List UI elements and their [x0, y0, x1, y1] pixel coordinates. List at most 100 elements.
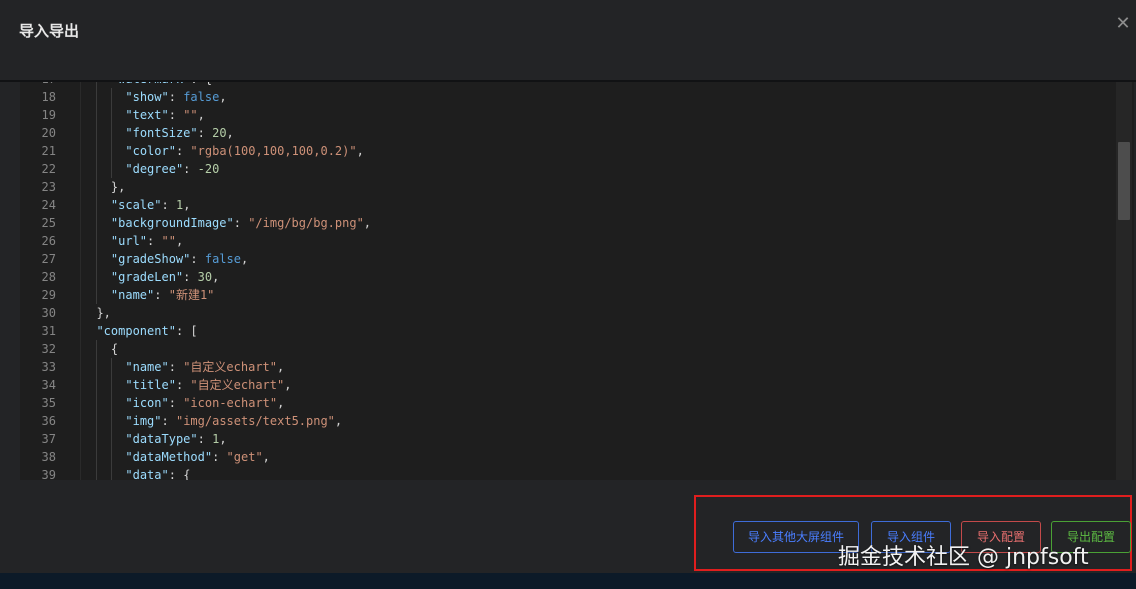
line-text: "text": "", [125, 108, 205, 122]
line-number: 27 [41, 252, 56, 266]
code-line: 28 "gradeLen": 30, [20, 268, 1116, 286]
indent-guide [96, 412, 98, 430]
indent-guide [96, 358, 98, 376]
line-number: 37 [41, 432, 56, 446]
indent-guide [96, 124, 98, 142]
indent-guide [96, 142, 98, 160]
line-text: "dataType": 1, [125, 432, 227, 446]
line-text: }, [110, 180, 126, 194]
line-number: 38 [41, 450, 56, 464]
code-line: 33 "name": "自定义echart", [20, 358, 1116, 376]
indent-guide [110, 448, 112, 466]
code-line: 18 "show": false, [20, 88, 1116, 106]
code-line: 32 { [20, 340, 1116, 358]
line-text: "degree": -20 [125, 162, 220, 176]
dialog-header: 导入导出 ✕ [0, 0, 1136, 80]
indent-guide [96, 466, 98, 480]
indent-guide [110, 142, 112, 160]
line-number: 34 [41, 378, 56, 392]
line-text: "icon": "icon-echart", [125, 396, 285, 410]
indent-guide [110, 88, 112, 106]
editor-scrollbar[interactable] [1116, 82, 1132, 480]
indent-guide [96, 88, 98, 106]
code-line: 38 "dataMethod": "get", [20, 448, 1116, 466]
code-line: 23}, [20, 178, 1116, 196]
line-number: 33 [41, 360, 56, 374]
indent-guide [110, 412, 112, 430]
line-text: "scale": 1, [110, 198, 191, 212]
line-text: "gradeLen": 30, [110, 270, 220, 284]
code-line: 20 "fontSize": 20, [20, 124, 1116, 142]
line-text: "img": "img/assets/text5.png", [125, 414, 343, 428]
indent-guide [110, 466, 112, 480]
indent-guide [96, 448, 98, 466]
indent-guide [96, 178, 98, 196]
indent-guide [96, 394, 98, 412]
dialog-title: 导入导出 [19, 22, 80, 40]
line-text: "fontSize": 20, [125, 126, 234, 140]
code-line: 36 "img": "img/assets/text5.png", [20, 412, 1116, 430]
line-number: 18 [41, 90, 56, 104]
line-text: "data": { [125, 468, 191, 480]
line-text: "name": "自定义echart", [125, 360, 285, 374]
line-text: "component": [ [96, 324, 198, 338]
indent-guide [96, 376, 98, 394]
indent-guide [96, 340, 98, 358]
line-text: "url": "", [110, 234, 184, 248]
code-line: 29 "name": "新建1" [20, 286, 1116, 304]
indent-guide [96, 250, 98, 268]
indent-guide [110, 358, 112, 376]
scrollbar-thumb[interactable] [1118, 142, 1130, 220]
code-line: 31 "component": [ [20, 322, 1116, 340]
line-number: 22 [41, 162, 56, 176]
line-number: 21 [41, 144, 56, 158]
line-text: { [110, 342, 119, 356]
code-line: 22 "degree": -20 [20, 160, 1116, 178]
indent-guide [110, 394, 112, 412]
indent-guide [110, 124, 112, 142]
code-line: 30}, [20, 304, 1116, 322]
code-line: 19 "text": "", [20, 106, 1116, 124]
line-number: 20 [41, 126, 56, 140]
indent-guide [96, 106, 98, 124]
code-line: 21 "color": "rgba(100,100,100,0.2)", [20, 142, 1116, 160]
import-export-dialog: 导入导出 ✕ 17"watermark": {18"show": false,1… [0, 0, 1136, 573]
indent-guide [110, 106, 112, 124]
line-text: "title": "自定义echart", [125, 378, 292, 392]
line-text: "name": "新建1" [110, 288, 215, 302]
line-text: "backgroundImage": "/img/bg/bg.png", [110, 216, 372, 230]
line-text: "show": false, [125, 90, 227, 104]
line-text: "color": "rgba(100,100,100,0.2)", [125, 144, 364, 158]
indent-guide [96, 214, 98, 232]
line-number: 31 [41, 324, 56, 338]
line-number: 25 [41, 216, 56, 230]
line-number: 26 [41, 234, 56, 248]
indent-guide [96, 160, 98, 178]
line-number: 32 [41, 342, 56, 356]
close-icon[interactable]: ✕ [1114, 15, 1132, 33]
indent-guide [110, 376, 112, 394]
indent-guide [110, 430, 112, 448]
indent-guide [96, 196, 98, 214]
line-text: "gradeShow": false, [110, 252, 249, 266]
line-number: 19 [41, 108, 56, 122]
code-line: 37 "dataType": 1, [20, 430, 1116, 448]
code-line: 26 "url": "", [20, 232, 1116, 250]
line-number: 35 [41, 396, 56, 410]
code-lines: 17"watermark": {18"show": false,19"text"… [20, 82, 1116, 480]
line-number: 39 [41, 468, 56, 480]
line-number: 29 [41, 288, 56, 302]
code-line: 24 "scale": 1, [20, 196, 1116, 214]
code-line: 27 "gradeShow": false, [20, 250, 1116, 268]
indent-guide [96, 268, 98, 286]
code-line: 25 "backgroundImage": "/img/bg/bg.png", [20, 214, 1116, 232]
line-number: 28 [41, 270, 56, 284]
code-editor[interactable]: 17"watermark": {18"show": false,19"text"… [20, 82, 1134, 480]
line-number: 23 [41, 180, 56, 194]
indent-guide [110, 160, 112, 178]
indent-guide [96, 286, 98, 304]
code-line: 34 "title": "自定义echart", [20, 376, 1116, 394]
line-text: "dataMethod": "get", [125, 450, 270, 464]
code-line: 39 "data": { [20, 466, 1116, 480]
line-number: 30 [41, 306, 56, 320]
